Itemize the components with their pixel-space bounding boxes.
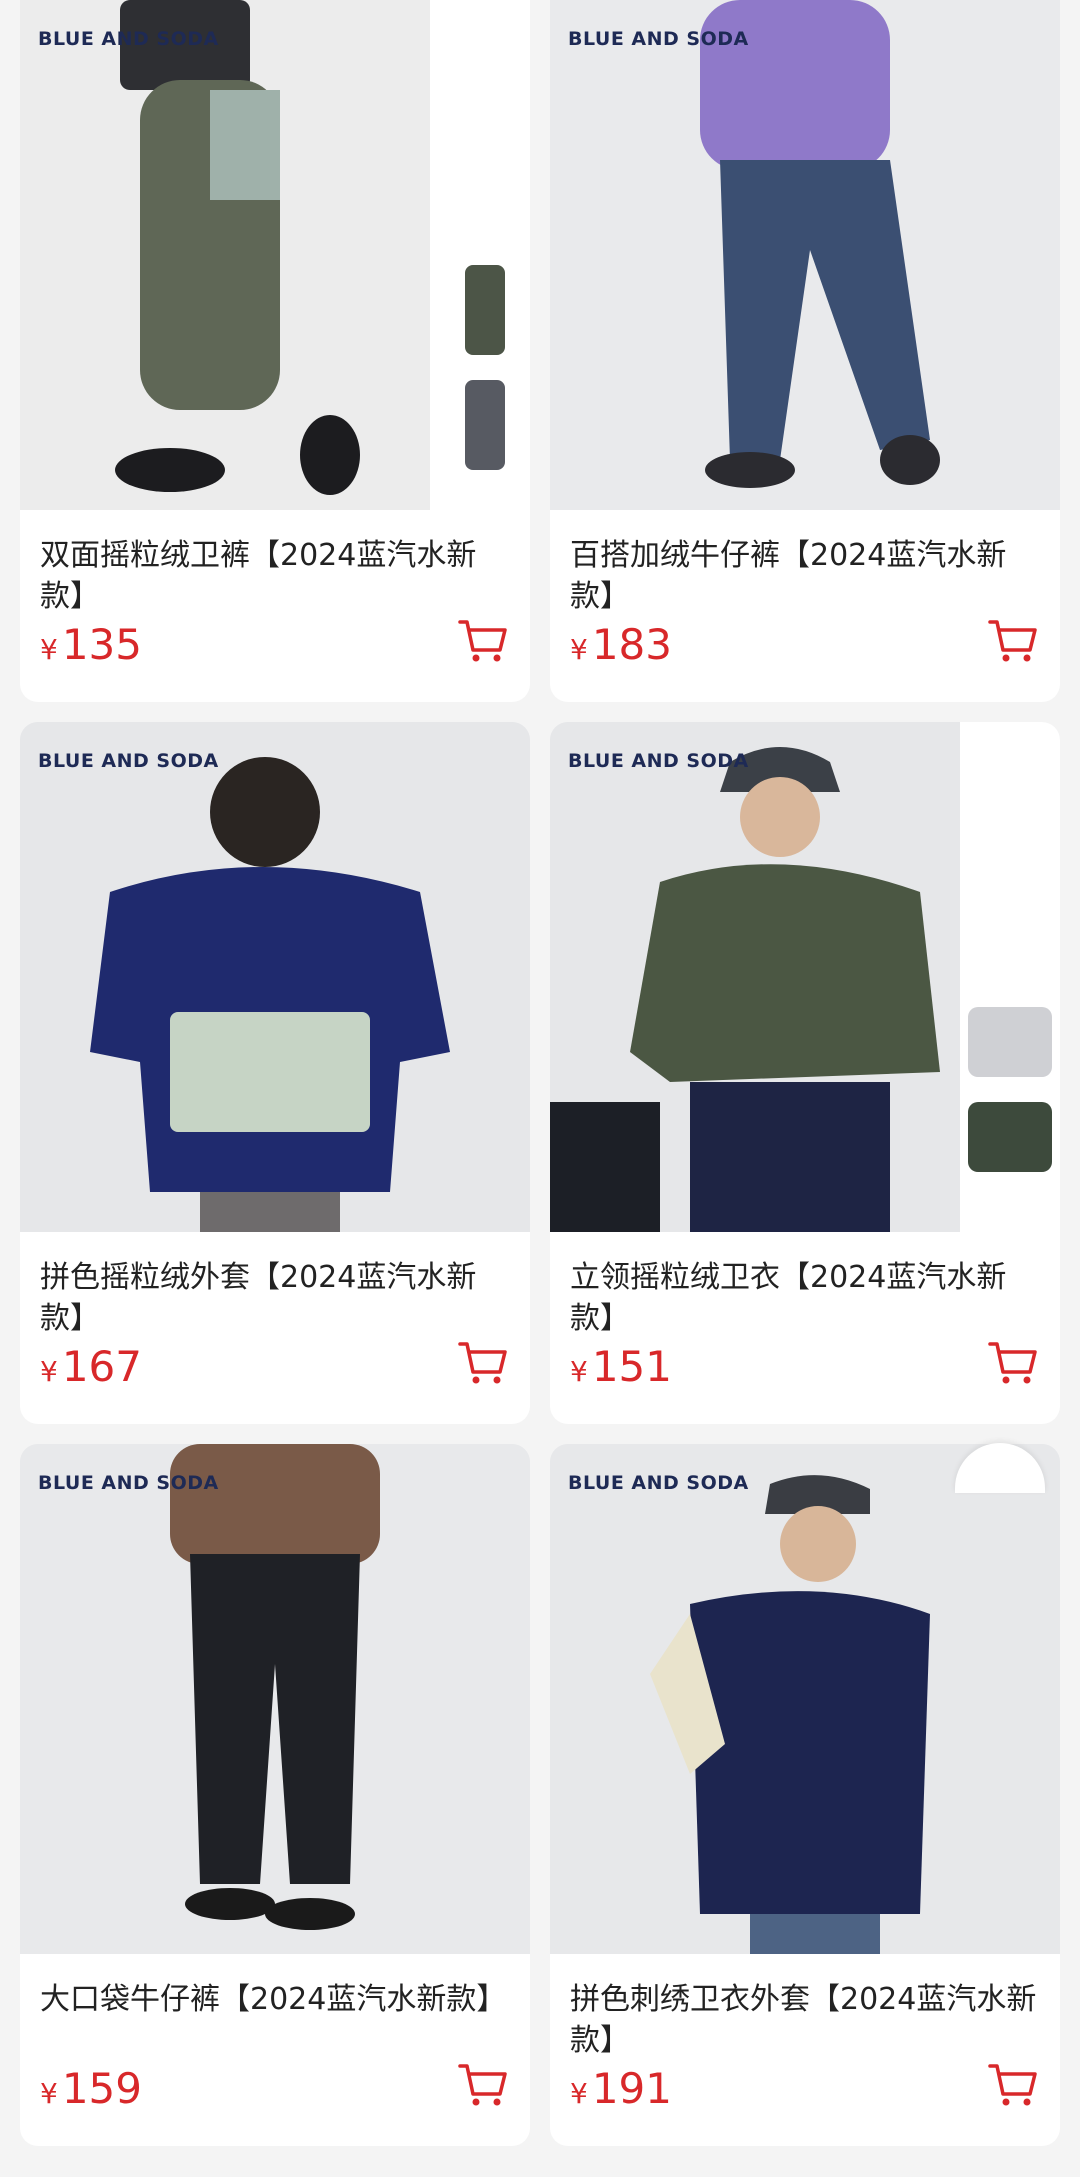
product-image [550, 722, 960, 1232]
product-price: ¥135 [40, 620, 142, 669]
product-card[interactable]: BLUE AND SODA 百搭加绒牛仔裤【2024蓝汽水新款】 ¥183 [550, 0, 1060, 702]
variant-strip [960, 722, 1060, 1232]
product-card[interactable]: BLUE AND SODA 拼色摇粒绒外套【2024蓝汽水新款】 ¥167 [20, 722, 530, 1424]
product-photo[interactable]: BLUE AND SODA [550, 1444, 1060, 1954]
price-value: 135 [61, 620, 142, 669]
price-value: 191 [591, 2064, 672, 2113]
product-price: ¥191 [570, 2064, 672, 2113]
brand-logo: BLUE AND SODA [38, 28, 219, 50]
product-title[interactable]: 立领摇粒绒卫衣【2024蓝汽水新款】 [570, 1257, 1040, 1339]
product-image [20, 1444, 530, 1954]
product-photo[interactable]: BLUE AND SODA [20, 0, 530, 510]
product-price: ¥151 [570, 1342, 672, 1391]
product-price: ¥159 [40, 2064, 142, 2113]
price-value: 159 [61, 2064, 142, 2113]
currency-symbol: ¥ [570, 633, 588, 666]
shopping-cart-icon[interactable] [458, 2062, 508, 2108]
brand-logo: BLUE AND SODA [568, 750, 749, 772]
product-card[interactable]: BLUE AND SODA 大口袋牛仔裤【2024蓝汽水新款】 ¥159 [20, 1444, 530, 2146]
variant-thumbnails [465, 265, 505, 470]
currency-symbol: ¥ [40, 633, 58, 666]
product-card[interactable]: BLUE AND SODA 拼色刺绣卫衣外套【2024蓝汽水新款】 ¥191 [550, 1444, 1060, 2146]
product-photo[interactable]: BLUE AND SODA [550, 722, 1060, 1232]
product-title[interactable]: 拼色摇粒绒外套【2024蓝汽水新款】 [40, 1257, 510, 1339]
product-card[interactable]: BLUE AND SODA 立领摇粒绒卫衣【2024蓝汽水新款】 ¥151 [550, 722, 1060, 1424]
shopping-cart-icon[interactable] [988, 2062, 1038, 2108]
price-value: 151 [591, 1342, 672, 1391]
product-photo[interactable]: BLUE AND SODA [20, 1444, 530, 1954]
brand-logo: BLUE AND SODA [38, 1472, 219, 1494]
product-grid: BLUE AND SODA 双面摇粒绒卫裤【2024蓝汽水新款】 ¥135 BL… [20, 0, 1060, 2146]
product-title[interactable]: 双面摇粒绒卫裤【2024蓝汽水新款】 [40, 535, 510, 617]
product-price: ¥167 [40, 1342, 142, 1391]
currency-symbol: ¥ [40, 1355, 58, 1388]
product-image [20, 722, 530, 1232]
brand-logo: BLUE AND SODA [568, 1472, 749, 1494]
product-title[interactable]: 大口袋牛仔裤【2024蓝汽水新款】 [40, 1979, 510, 2020]
product-card[interactable]: BLUE AND SODA 双面摇粒绒卫裤【2024蓝汽水新款】 ¥135 [20, 0, 530, 702]
price-value: 183 [591, 620, 672, 669]
product-price: ¥183 [570, 620, 672, 669]
variant-thumbnails [968, 1007, 1052, 1172]
brand-logo: BLUE AND SODA [568, 28, 749, 50]
product-title[interactable]: 百搭加绒牛仔裤【2024蓝汽水新款】 [570, 535, 1040, 617]
shopping-cart-icon[interactable] [988, 1340, 1038, 1386]
product-photo[interactable]: BLUE AND SODA [550, 0, 1060, 510]
product-photo[interactable]: BLUE AND SODA [20, 722, 530, 1232]
brand-logo: BLUE AND SODA [38, 750, 219, 772]
currency-symbol: ¥ [570, 1355, 588, 1388]
shopping-cart-icon[interactable] [458, 1340, 508, 1386]
shopping-cart-icon[interactable] [988, 618, 1038, 664]
product-image [20, 0, 430, 510]
variant-strip [430, 0, 530, 510]
product-title[interactable]: 拼色刺绣卫衣外套【2024蓝汽水新款】 [570, 1979, 1040, 2061]
product-image [550, 0, 1060, 510]
price-value: 167 [61, 1342, 142, 1391]
currency-symbol: ¥ [570, 2077, 588, 2110]
currency-symbol: ¥ [40, 2077, 58, 2110]
shopping-cart-icon[interactable] [458, 618, 508, 664]
product-image [550, 1444, 1060, 1954]
